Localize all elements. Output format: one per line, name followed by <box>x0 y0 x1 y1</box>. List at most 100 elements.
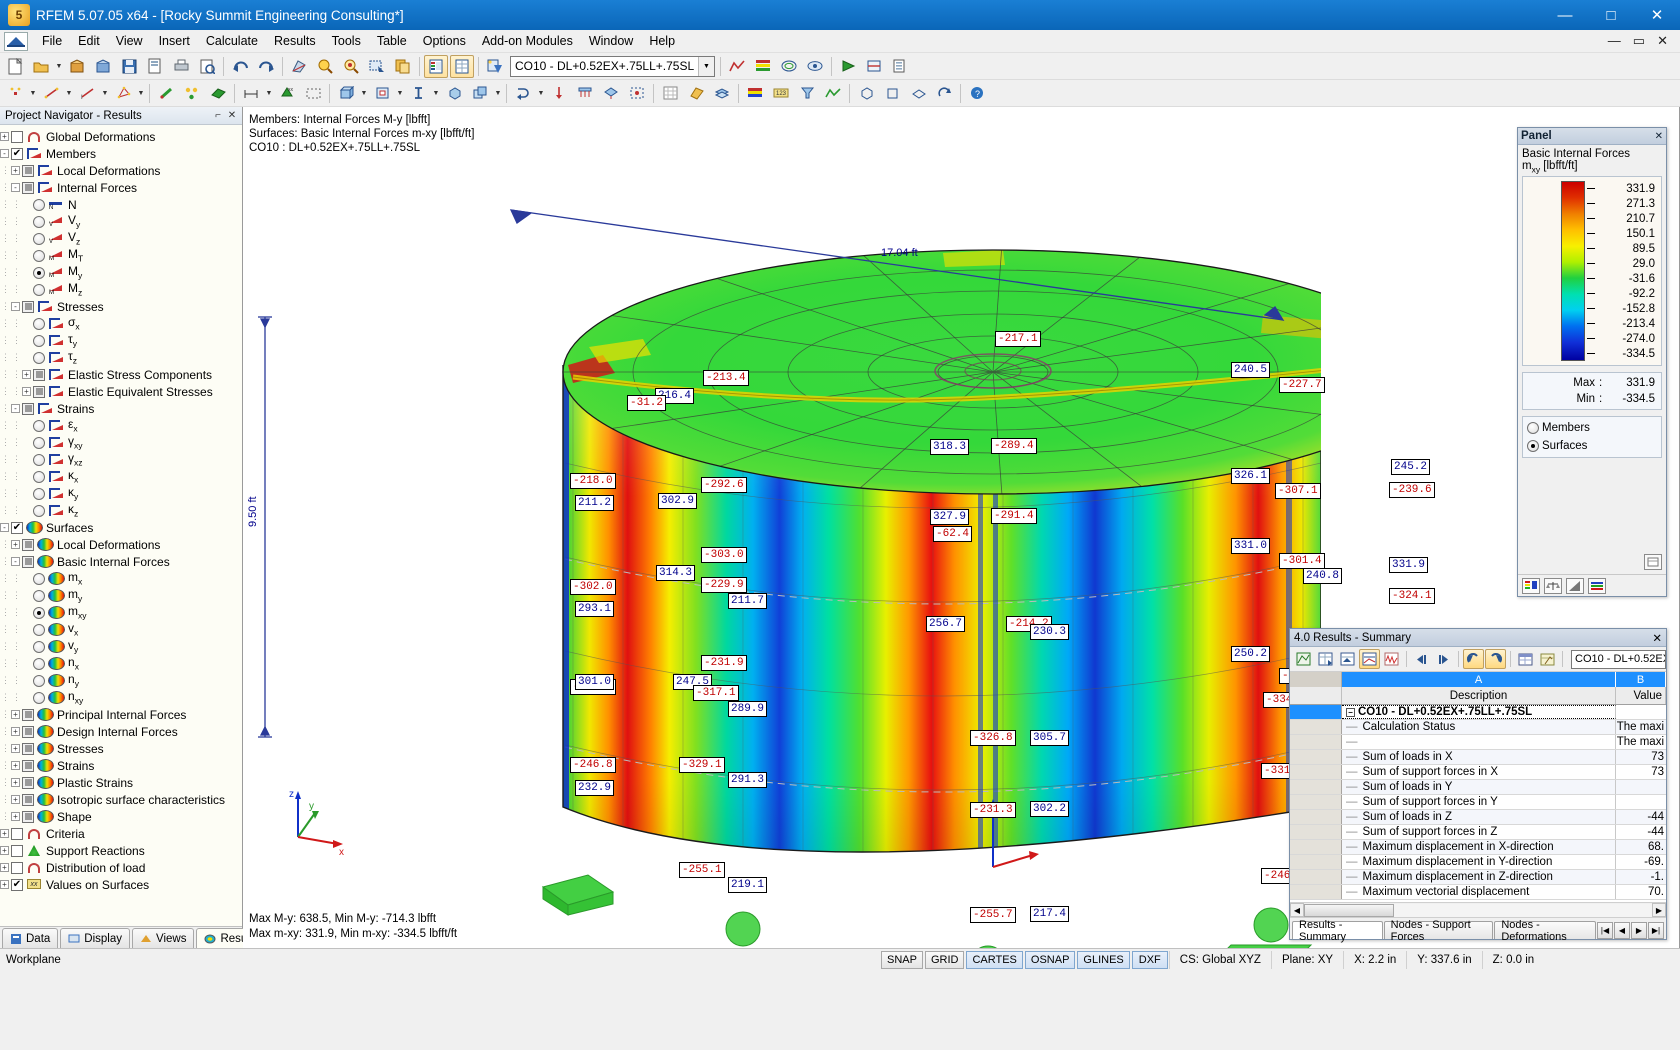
resize-grip-icon[interactable] <box>1644 554 1662 570</box>
tree-item-basic-internal-forces[interactable]: ⋮ - Basic Internal Forces <box>0 553 242 570</box>
render-icon[interactable] <box>287 55 311 78</box>
tree-item-members[interactable]: - ✔ Members <box>0 145 242 162</box>
results-filter-icon[interactable] <box>795 82 819 105</box>
tree-checkbox[interactable] <box>22 164 34 177</box>
tree-item-m[interactable]: ⋮ ⋮ M MT <box>0 247 242 264</box>
tree-item-design-internal-forces[interactable]: ⋮ + Design Internal Forces <box>0 723 242 740</box>
table-row[interactable]: — Calculation Status The maxi <box>1290 720 1666 735</box>
tree-expander-icon[interactable]: + <box>11 778 20 787</box>
results-tab-nodes-deformations[interactable]: Nodes - Deformations <box>1494 919 1596 943</box>
row-number-cell[interactable] <box>1290 705 1342 719</box>
tree-expander-icon[interactable]: + <box>0 132 9 141</box>
tree-checkbox[interactable] <box>22 793 34 806</box>
results-tab-nav-first[interactable]: |◀ <box>1597 922 1613 939</box>
scroll-left-icon[interactable]: ◀ <box>1290 903 1304 917</box>
tree-item-strains[interactable]: ⋮ + Strains <box>0 757 242 774</box>
close-button[interactable]: ✕ <box>1634 0 1680 30</box>
tree-expander-icon[interactable]: + <box>11 795 20 804</box>
tree-radio[interactable] <box>33 198 45 211</box>
tree-item-criteria[interactable]: + Criteria <box>0 825 242 842</box>
results-table-grid[interactable]: A B Description Value − CO10 - DL+0.52EX+… <box>1290 672 1666 902</box>
mdi-close-button[interactable]: ✕ <box>1651 33 1674 49</box>
row-number-cell[interactable] <box>1290 840 1342 854</box>
row-number-cell[interactable] <box>1290 810 1342 824</box>
row-number-cell[interactable] <box>1290 765 1342 779</box>
member-icon[interactable] <box>154 82 178 105</box>
tree-item-[interactable]: ⋮ ⋮ σx <box>0 315 242 332</box>
cross-section-icon[interactable] <box>406 82 430 105</box>
tree-expander-icon[interactable]: - <box>11 183 20 192</box>
table-grid-icon[interactable] <box>450 54 474 78</box>
tree-checkbox[interactable]: ✔ <box>11 521 23 534</box>
menu-insert[interactable]: Insert <box>151 31 198 51</box>
tree-item-strains[interactable]: ⋮ - Strains <box>0 400 242 417</box>
load-member-icon[interactable] <box>573 82 597 105</box>
tree-item-internal-forces[interactable]: ⋮ - Internal Forces <box>0 179 242 196</box>
scroll-thumb[interactable] <box>1304 903 1394 917</box>
dimension-icon[interactable] <box>239 82 263 105</box>
tree-checkbox[interactable] <box>33 385 45 398</box>
tree-item-v[interactable]: ⋮ ⋮ V Vy <box>0 213 242 230</box>
view-top-icon[interactable] <box>906 82 930 105</box>
tree-checkbox[interactable] <box>11 130 23 143</box>
view-iso-icon[interactable] <box>854 82 878 105</box>
print-report-icon[interactable] <box>888 55 912 78</box>
tree-radio[interactable] <box>33 249 45 262</box>
tree-item-[interactable]: ⋮ ⋮ τy <box>0 332 242 349</box>
tree-item-v[interactable]: ⋮ ⋮ vy <box>0 638 242 655</box>
tree-radio[interactable] <box>33 640 45 653</box>
status-toggle-dxf[interactable]: DXF <box>1131 950 1168 969</box>
table-graph-icon[interactable] <box>1381 649 1402 669</box>
layers-icon[interactable] <box>710 82 734 105</box>
tree-item-[interactable]: ⋮ ⋮ κz <box>0 502 242 519</box>
dimension-dropdown[interactable]: ▼ <box>264 82 274 105</box>
new-file-icon[interactable] <box>3 55 27 78</box>
table-row[interactable]: — Maximum displacement in Z-direction -1. <box>1290 870 1666 885</box>
view-front-icon[interactable] <box>880 82 904 105</box>
tree-item-[interactable]: ⋮ ⋮ κx <box>0 468 242 485</box>
menu-table[interactable]: Table <box>369 31 415 51</box>
load-case-combo[interactable]: CO10 - DL+0.52EX+.75LL+.75SL ▼ <box>510 55 715 77</box>
tree-radio[interactable] <box>33 215 45 228</box>
tree-checkbox[interactable] <box>22 742 34 755</box>
load-free-icon[interactable] <box>625 82 649 105</box>
tree-item-n[interactable]: ⋮ ⋮ ny <box>0 672 242 689</box>
table-row[interactable]: − CO10 - DL+0.52EX+.75LL+.75SL <box>1290 705 1666 720</box>
tree-checkbox[interactable] <box>22 181 34 194</box>
radio-surfaces-button[interactable] <box>1527 440 1539 453</box>
save-icon[interactable] <box>117 55 141 78</box>
tree-item-[interactable]: ⋮ ⋮ τz <box>0 349 242 366</box>
mdi-minimize-button[interactable]: — <box>1602 33 1627 49</box>
open-folder-icon[interactable] <box>29 55 53 78</box>
tree-radio[interactable] <box>33 623 45 636</box>
row-number-cell[interactable] <box>1290 735 1342 749</box>
opening-icon[interactable] <box>370 82 394 105</box>
tree-checkbox[interactable] <box>22 708 34 721</box>
column-letter-b[interactable]: B <box>1616 672 1666 687</box>
tree-checkbox[interactable] <box>22 776 34 789</box>
tree-expander-icon[interactable]: - <box>0 149 9 158</box>
tree-expander-icon[interactable]: + <box>11 744 20 753</box>
tree-expander-icon[interactable]: - <box>11 404 20 413</box>
table-row[interactable]: — Sum of support forces in Z -44 <box>1290 825 1666 840</box>
tree-radio[interactable] <box>33 419 45 432</box>
tree-item-v[interactable]: ⋮ ⋮ V Vz <box>0 230 242 247</box>
tree-radio[interactable] <box>33 283 45 296</box>
tree-radio[interactable] <box>33 606 45 619</box>
prev-page-icon[interactable] <box>1411 649 1432 669</box>
radio-members[interactable]: Members <box>1527 419 1657 437</box>
row-number-cell[interactable] <box>1290 885 1342 899</box>
tree-radio[interactable] <box>33 487 45 500</box>
tree-checkbox[interactable] <box>22 300 34 313</box>
color-legend[interactable]: 331.9 271.3 210.7 150.1 89.5 29.0 -31.6 -92.2 -1… <box>1522 176 1662 367</box>
results-tab-results-summary[interactable]: Results - Summary <box>1292 919 1383 943</box>
tree-expander-icon[interactable]: - <box>0 523 9 532</box>
tree-checkbox[interactable] <box>22 555 34 568</box>
tree-item-support-reactions[interactable]: + Support Reactions <box>0 842 242 859</box>
tree-radio[interactable] <box>33 266 45 279</box>
tree-item-global-deformations[interactable]: + Global Deformations <box>0 128 242 145</box>
results-summary-window[interactable]: 4.0 Results - Summary ✕ CO10 - DL+0.52E … <box>1289 628 1667 943</box>
result-diagram-icon[interactable] <box>725 55 749 78</box>
column-letter-a[interactable]: A <box>1342 672 1616 687</box>
tree-checkbox[interactable] <box>11 844 23 857</box>
